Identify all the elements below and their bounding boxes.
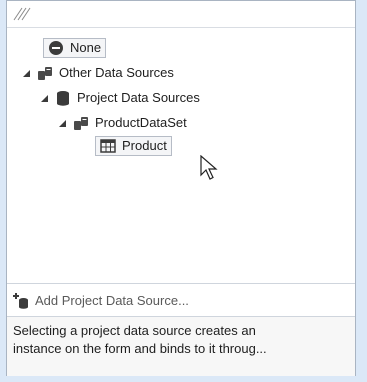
data-source-picker-panel: None Other Data Sources Project Data Sou… bbox=[6, 0, 356, 376]
database-icon bbox=[57, 91, 69, 106]
tree-item-none[interactable]: None bbox=[43, 37, 107, 59]
tree-item-productdataset[interactable]: ProductDataSet bbox=[57, 112, 187, 134]
dataset-icon bbox=[74, 117, 88, 130]
description-text: Selecting a project data source creates … bbox=[13, 323, 256, 338]
divider bbox=[7, 283, 355, 284]
resize-grip[interactable] bbox=[7, 1, 355, 28]
none-circle-icon bbox=[49, 41, 63, 55]
mouse-pointer-icon bbox=[200, 155, 218, 180]
expanded-triangle-icon[interactable] bbox=[57, 118, 67, 128]
expanded-triangle-icon[interactable] bbox=[21, 68, 31, 78]
tree-item-label: None bbox=[70, 40, 102, 55]
data-source-tree: None Other Data Sources Project Data Sou… bbox=[7, 31, 355, 279]
add-project-data-source-label: Add Project Data Source... bbox=[35, 293, 189, 308]
tree-item-product[interactable]: Product bbox=[95, 135, 172, 157]
data-sources-icon bbox=[38, 67, 52, 80]
tree-item-project-data-sources[interactable]: Project Data Sources bbox=[39, 87, 200, 109]
tree-item-label: Project Data Sources bbox=[77, 90, 200, 105]
tree-item-label: Product bbox=[122, 138, 167, 153]
tree-item-other-data-sources[interactable]: Other Data Sources bbox=[21, 62, 174, 84]
add-database-icon bbox=[13, 293, 28, 309]
add-project-data-source-link[interactable]: Add Project Data Source... bbox=[13, 290, 189, 312]
grip-lines-icon bbox=[13, 7, 31, 21]
expanded-triangle-icon[interactable] bbox=[39, 93, 49, 103]
table-icon bbox=[100, 139, 116, 153]
description-text: instance on the form and binds to it thr… bbox=[13, 341, 267, 356]
tree-item-label: Other Data Sources bbox=[59, 65, 174, 80]
description-panel: Selecting a project data source creates … bbox=[7, 316, 355, 376]
tree-item-label: ProductDataSet bbox=[95, 115, 187, 130]
